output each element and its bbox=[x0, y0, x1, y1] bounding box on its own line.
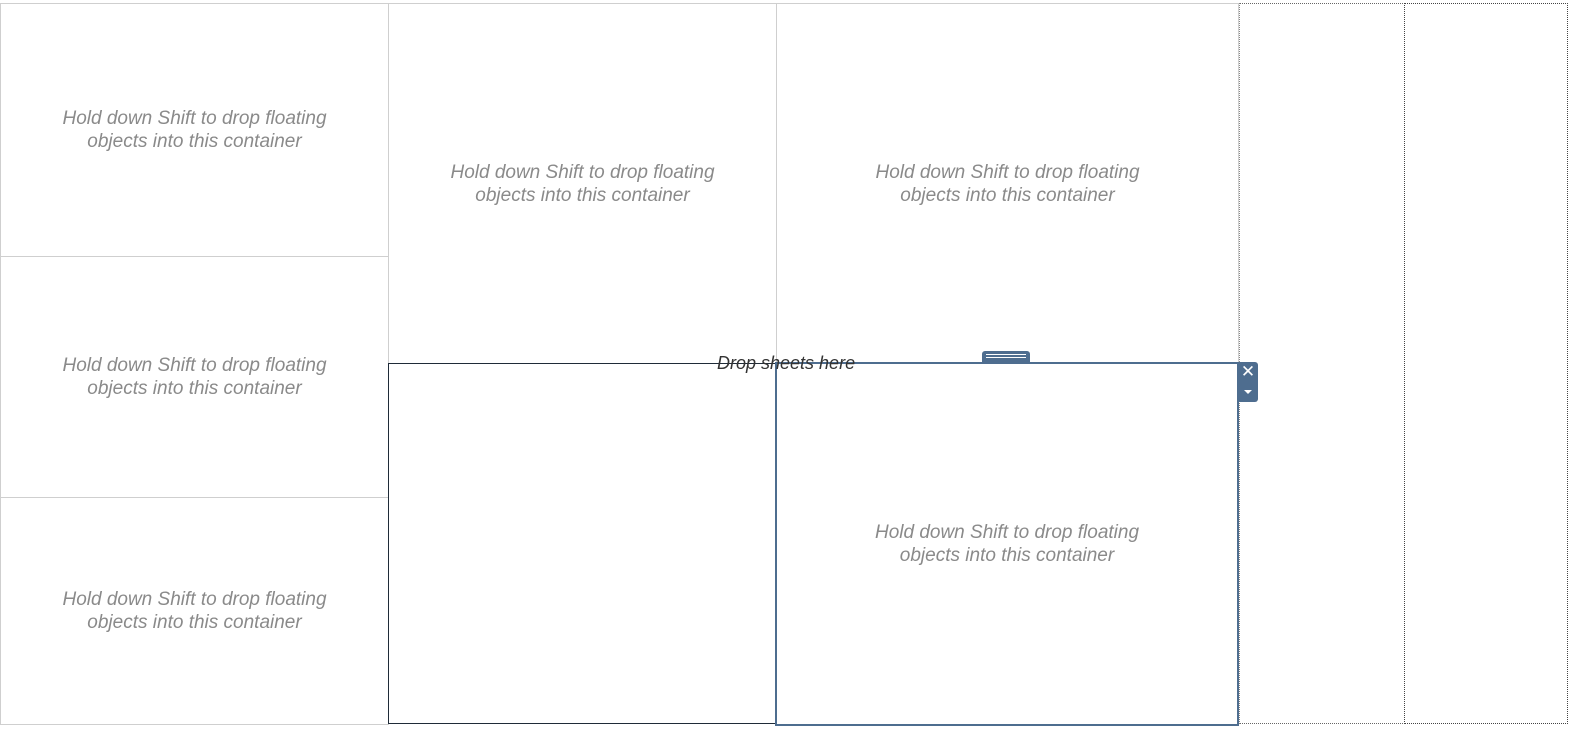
blank-object-container[interactable] bbox=[1404, 3, 1568, 724]
selected-layout-container[interactable]: Hold down Shift to drop floating objects… bbox=[775, 362, 1239, 726]
layout-container-left-middle[interactable]: Hold down Shift to drop floating objects… bbox=[0, 256, 389, 498]
container-placeholder-text: Hold down Shift to drop floating objects… bbox=[62, 355, 327, 399]
grip-icon[interactable] bbox=[982, 351, 1030, 363]
chevron-down-icon[interactable] bbox=[1238, 384, 1258, 400]
container-placeholder-text: Hold down Shift to drop floating objects… bbox=[450, 162, 715, 206]
container-placeholder-text: Hold down Shift to drop floating objects… bbox=[62, 108, 327, 152]
drop-sheets-hint: Drop sheets here bbox=[717, 353, 856, 373]
layout-container-right-top[interactable]: Hold down Shift to drop floating objects… bbox=[776, 3, 1239, 364]
layout-container-middle-bottom[interactable] bbox=[388, 363, 777, 724]
container-placeholder-text: Hold down Shift to drop floating objects… bbox=[875, 162, 1140, 206]
container-placeholder-text: Hold down Shift to drop floating objects… bbox=[874, 522, 1140, 566]
blank-object-container[interactable] bbox=[1239, 3, 1405, 724]
container-placeholder-text: Hold down Shift to drop floating objects… bbox=[62, 589, 327, 633]
close-icon[interactable]: ✕ bbox=[1238, 363, 1258, 381]
floating-controls: ✕ bbox=[1238, 362, 1258, 402]
layout-container-middle-top[interactable]: Hold down Shift to drop floating objects… bbox=[388, 3, 777, 364]
layout-container-left-bottom[interactable]: Hold down Shift to drop floating objects… bbox=[0, 497, 389, 725]
layout-container-left-top[interactable]: Hold down Shift to drop floating objects… bbox=[0, 3, 389, 257]
